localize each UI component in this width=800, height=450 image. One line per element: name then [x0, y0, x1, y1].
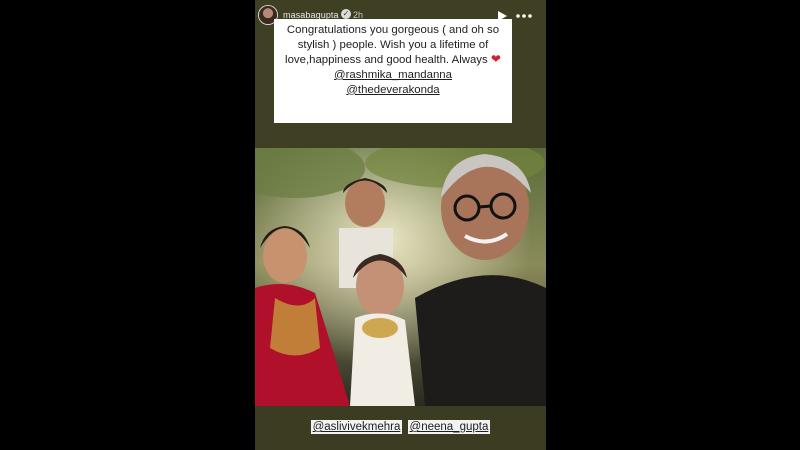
mention-deverakonda[interactable]: @thedeverakonda	[280, 83, 506, 98]
caption-text: Congratulations you gorgeous ( and oh so…	[280, 23, 506, 68]
group-selfie-image	[255, 148, 546, 406]
verified-badge-icon: ✓	[341, 9, 351, 19]
story-photo	[255, 148, 546, 406]
tag-neena-gupta[interactable]: @neena_gupta	[407, 420, 491, 434]
more-options-icon[interactable]	[515, 9, 533, 21]
mention-rashmika[interactable]: @rashmika_mandanna	[280, 68, 506, 83]
tag-aslivivekmehra[interactable]: @aslivivekmehra	[310, 420, 403, 434]
caption-body: Congratulations you gorgeous ( and oh so…	[285, 24, 500, 67]
heart-icon: ❤	[490, 52, 501, 67]
story-viewer: masabagupta ✓ 2h Congratulations you gor…	[255, 0, 546, 450]
caption-box: Congratulations you gorgeous ( and oh so…	[274, 19, 512, 123]
photo-tags: @aslivivekmehra @neena_gupta	[255, 420, 546, 434]
